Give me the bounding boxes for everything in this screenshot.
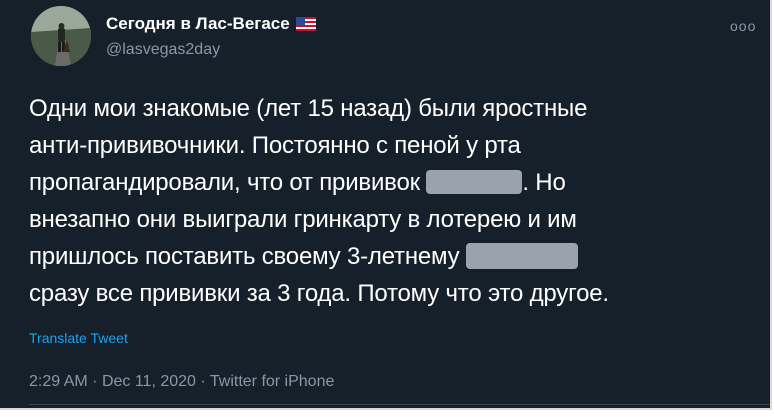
- meta-separator: ·: [92, 373, 98, 390]
- redacted-word: [465, 243, 578, 269]
- tweet-text-fragment: . Но: [522, 169, 566, 196]
- us-flag-icon: [295, 16, 316, 36]
- tweet-text-fragment: пропагандировали, что от прививок: [29, 169, 420, 196]
- tweet-date[interactable]: Dec 11, 2020: [102, 373, 196, 390]
- tweet-text: Одни мои знакомые (лет 15 назад) были яр…: [29, 90, 759, 312]
- more-options-icon[interactable]: ooo: [730, 18, 756, 34]
- tweet-text-line: пропагандировали, что от прививок . Но: [29, 164, 759, 201]
- display-name-text: Сегодня в Лас-Вегасе: [106, 14, 290, 33]
- tweet-text-line: внезапно они выиграли гринкарту в лотере…: [29, 206, 577, 233]
- display-name[interactable]: Сегодня в Лас-Вегасе: [106, 14, 316, 36]
- tweet-meta: 2:29 AM · Dec 11, 2020 · Twitter for iPh…: [29, 373, 334, 391]
- divider: [29, 404, 770, 405]
- tweet-text-fragment: пришлось поставить своему 3-летнему: [29, 243, 460, 270]
- tweet-time[interactable]: 2:29 AM: [29, 373, 88, 390]
- tweet-text-line: анти-прививочники. Постоянно с пеной у р…: [29, 132, 521, 159]
- tweet-text-line: Одни мои знакомые (лет 15 назад) были яр…: [29, 95, 588, 122]
- tweet-card: Сегодня в Лас-Вегасе @lasvegas2day ooo О…: [0, 0, 772, 410]
- meta-separator: ·: [200, 373, 206, 390]
- author-handle[interactable]: @lasvegas2day: [106, 41, 220, 59]
- translate-tweet-link[interactable]: Translate Tweet: [29, 330, 128, 346]
- redacted-word: [426, 170, 523, 194]
- tweet-text-line: пришлось поставить своему 3-летнему: [29, 238, 759, 275]
- tweet-source[interactable]: Twitter for iPhone: [210, 373, 335, 390]
- tweet-text-line: сразу все прививки за 3 года. Потому что…: [29, 280, 609, 307]
- avatar[interactable]: [31, 6, 91, 66]
